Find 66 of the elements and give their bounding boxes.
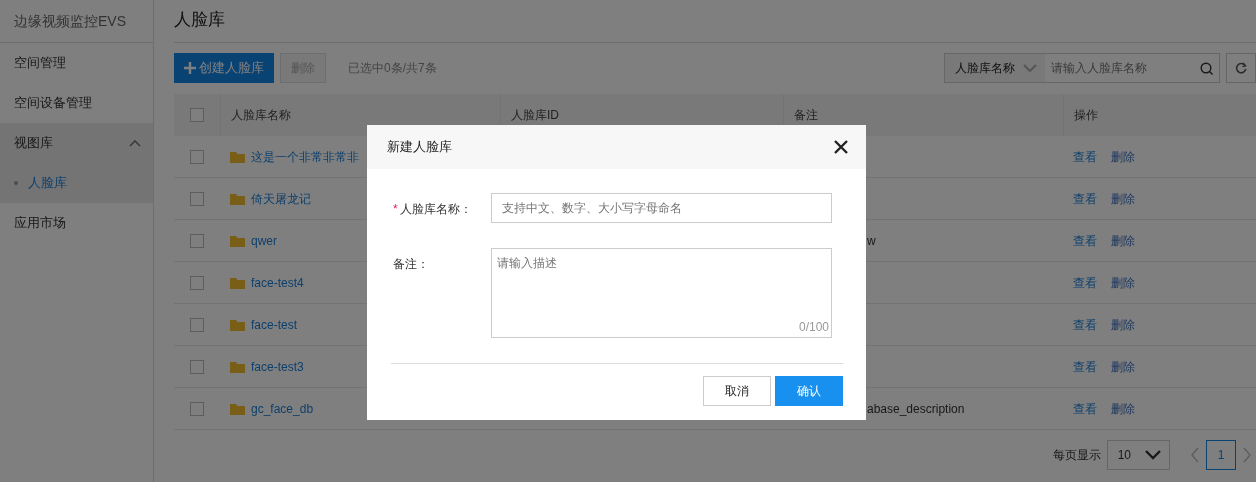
confirm-button[interactable]: 确认 [775,376,843,406]
folder-icon [230,318,245,331]
delete-link[interactable]: 删除 [1111,315,1135,334]
folder-icon [230,150,245,163]
view-link[interactable]: 查看 [1073,147,1097,166]
checkbox[interactable] [190,317,204,332]
page-size-label: 每页显示 [1052,447,1101,464]
delete-link[interactable]: 删除 [1111,399,1135,418]
app-title: 边缘视频监控EVS [0,0,153,43]
name-link[interactable]: 倚天屠龙记 [251,189,311,208]
sidebar-subitem[interactable]: 人脸库 [0,163,153,203]
view-link[interactable]: 查看 [1073,231,1097,250]
sidebar-item[interactable]: 空间设备管理 [0,83,153,123]
folder-icon [230,276,245,289]
name-link[interactable]: qwer [251,231,277,250]
close-button[interactable] [834,140,848,154]
checkbox[interactable] [190,108,204,122]
chevron-icon [129,139,141,147]
name-link[interactable]: face-test [251,315,298,334]
checkbox[interactable] [190,191,204,206]
refresh-button[interactable] [1226,53,1256,83]
prev-icon [1190,447,1200,463]
delete-link[interactable]: 删除 [1111,189,1135,208]
view-link[interactable]: 查看 [1073,315,1097,334]
caret-icon [1145,450,1161,460]
name-link[interactable]: face-test4 [251,273,304,292]
folder-icon [230,192,245,205]
checkbox[interactable] [190,233,204,248]
folder-icon [230,234,245,247]
field-label: * 人脸库名称： [393,201,473,218]
char-counter: 0/100 [798,319,829,336]
refresh-icon [1235,62,1247,74]
view-link[interactable]: 查看 [1073,399,1097,418]
dialog-title: 新建人脸库 [387,138,452,157]
checkbox[interactable] [190,275,204,290]
close-icon [834,140,848,154]
name-link[interactable]: gc_face_db [251,399,314,418]
checkbox[interactable] [190,401,204,416]
page-title: 人脸库 [174,0,1256,43]
field-label: 备注： [393,256,430,273]
page-button[interactable]: 1 [1206,440,1236,470]
note-cell: w [867,233,876,248]
delete-link[interactable]: 删除 [1111,273,1135,292]
note-cell: abase_description [867,401,965,416]
column-header: 操作 [1063,94,1256,136]
delete-link[interactable]: 删除 [1111,147,1135,166]
page-size-select[interactable]: 10 [1106,440,1170,470]
create-button[interactable]: 创建人脸库 [174,53,274,83]
sidebar-item[interactable]: 空间管理 [0,43,153,83]
next-icon [1242,447,1252,463]
sidebar-item[interactable]: 视图库 [0,123,153,163]
delete-link[interactable]: 删除 [1111,231,1135,250]
sidebar-item[interactable]: 应用市场 [0,203,153,243]
checkbox[interactable] [190,359,204,374]
name-link[interactable]: face-test3 [251,357,304,376]
name-field[interactable]: 支持中文、数字、大小写字母命名 [491,193,832,223]
plus-icon [184,62,196,74]
view-link[interactable]: 查看 [1073,273,1097,292]
cancel-button[interactable]: 取消 [703,376,771,406]
name-link[interactable]: 这是一个非常非常非 [251,147,359,166]
folder-icon [230,360,245,373]
delete-link[interactable]: 删除 [1111,357,1135,376]
view-link[interactable]: 查看 [1073,189,1097,208]
checkbox[interactable] [190,149,204,164]
view-link[interactable]: 查看 [1073,357,1097,376]
folder-icon [230,402,245,415]
